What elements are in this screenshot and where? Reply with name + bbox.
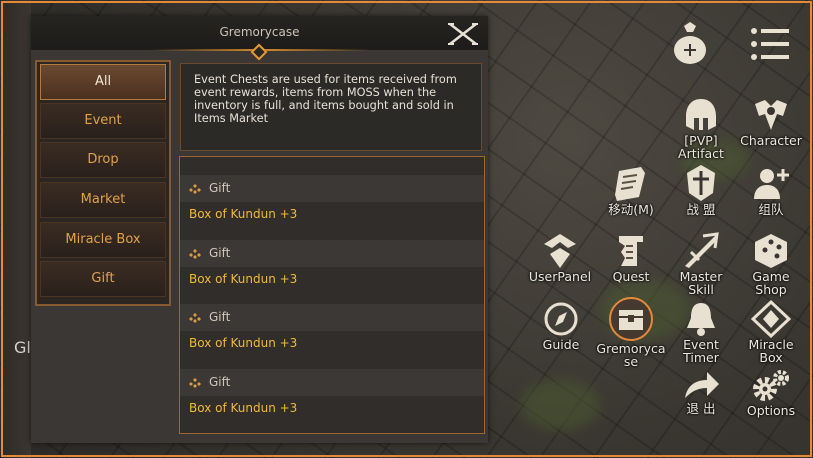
event-timer-label: Event Timer [683, 337, 719, 365]
miracle-box-button[interactable]: Miracle Box [744, 300, 798, 364]
tab-gift[interactable]: Gift [40, 261, 166, 297]
quest-button[interactable]: Quest [604, 232, 658, 283]
close-icon [448, 23, 478, 45]
quest-icon [619, 236, 643, 266]
list-item[interactable]: Gift Box of Kundun +3 [180, 304, 484, 359]
master-skill-button[interactable]: Master Skill [671, 232, 731, 296]
exit-arrow-icon [685, 372, 719, 398]
gift-icon [189, 313, 201, 323]
gremorycase-label: Gremoryca se [596, 341, 666, 369]
master-skill-label: Master Skill [679, 269, 723, 297]
bell-icon [687, 303, 715, 336]
character-icon [755, 100, 787, 130]
add-user-icon [754, 169, 789, 199]
options-button[interactable]: Options [742, 368, 800, 417]
menu-icon [751, 28, 789, 60]
close-button[interactable] [446, 21, 480, 47]
item-header: Gift [180, 369, 484, 396]
item-name: Box of Kundun +3 [189, 272, 298, 286]
background-moss [520, 380, 600, 430]
guide-label: Guide [542, 337, 580, 352]
move-button[interactable]: 移动(M) [603, 165, 659, 216]
panel-title: Gremorycase [219, 25, 300, 39]
item-header: Gift [180, 240, 484, 267]
miracle-box-label: Miracle Box [748, 337, 794, 365]
gremorycase-panel: Gremorycase All Event Drop Market Miracl… [31, 16, 488, 443]
bag-icon [674, 22, 706, 64]
character-button[interactable]: Character [737, 96, 805, 147]
team-label: 组队 [758, 202, 784, 217]
guild-icon [687, 165, 715, 201]
item-name: Box of Kundun +3 [189, 336, 298, 350]
item-name: Box of Kundun +3 [189, 401, 298, 415]
list-item[interactable]: Gift Box of Kundun +3 [180, 240, 484, 295]
item-type: Gift [209, 181, 231, 195]
item-type: Gift [209, 246, 231, 260]
gift-icon [189, 249, 201, 259]
item-type: Gift [209, 375, 231, 389]
background-edge-text: Gl [14, 338, 31, 357]
tab-miracle-box[interactable]: Miracle Box [40, 222, 166, 258]
guide-button[interactable]: Guide [536, 300, 586, 351]
user-panel-label: UserPanel [528, 269, 592, 284]
guild-label: 战 盟 [686, 202, 716, 217]
dice-icon [755, 234, 787, 268]
gremorycase-button[interactable]: Gremoryca se [594, 296, 668, 368]
user-panel-button[interactable]: UserPanel [526, 232, 594, 283]
scroll-icon [615, 167, 645, 201]
item-list[interactable]: Gift Box of Kundun +3 Gift Box of Kundun… [179, 156, 485, 434]
tab-drop[interactable]: Drop [40, 142, 166, 178]
tab-all[interactable]: All [40, 64, 166, 100]
chest-icon [609, 297, 653, 341]
gear-icon [753, 370, 789, 401]
sword-icon [685, 232, 719, 268]
move-label: 移动(M) [608, 202, 654, 217]
item-name: Box of Kundun +3 [189, 207, 298, 221]
team-button[interactable]: 组队 [745, 165, 797, 216]
item-type: Gift [209, 310, 231, 324]
compass-icon [544, 302, 578, 336]
category-tabs: All Event Drop Market Miracle Box Gift [35, 60, 171, 306]
gift-icon [189, 184, 201, 194]
list-item[interactable]: Gift Box of Kundun +3 [180, 175, 484, 230]
description-text: Event Chests are used for items received… [194, 73, 457, 125]
list-item[interactable]: Gift Box of Kundun +3 [180, 369, 484, 424]
item-header: Gift [180, 304, 484, 331]
bag-button[interactable] [668, 20, 712, 66]
miracle-box-icon [751, 300, 791, 338]
character-label: Character [740, 133, 802, 148]
menu-button[interactable] [748, 26, 792, 62]
event-timer-button[interactable]: Event Timer [676, 300, 726, 364]
game-shop-button[interactable]: Game Shop [742, 232, 800, 296]
quest-label: Quest [612, 269, 650, 284]
description-box: Event Chests are used for items received… [180, 63, 482, 151]
helmet-icon [686, 99, 716, 130]
background-wall [3, 0, 31, 458]
tab-market[interactable]: Market [40, 182, 166, 218]
gift-icon [189, 378, 201, 388]
tab-event[interactable]: Event [40, 103, 166, 139]
game-shop-label: Game Shop [752, 269, 790, 297]
exit-label: 退 出 [686, 401, 716, 416]
guild-button[interactable]: 战 盟 [672, 163, 730, 216]
item-header: Gift [180, 175, 484, 202]
user-panel-icon [544, 234, 576, 268]
exit-button[interactable]: 退 出 [672, 368, 730, 415]
pvp-artifact-label: [PVP] Artifact [678, 133, 724, 161]
game-screen: Gl Gremorycase All Event Drop Market Mir… [0, 0, 813, 458]
pvp-artifact-button[interactable]: [PVP] Artifact [670, 96, 732, 160]
options-label: Options [746, 403, 796, 418]
